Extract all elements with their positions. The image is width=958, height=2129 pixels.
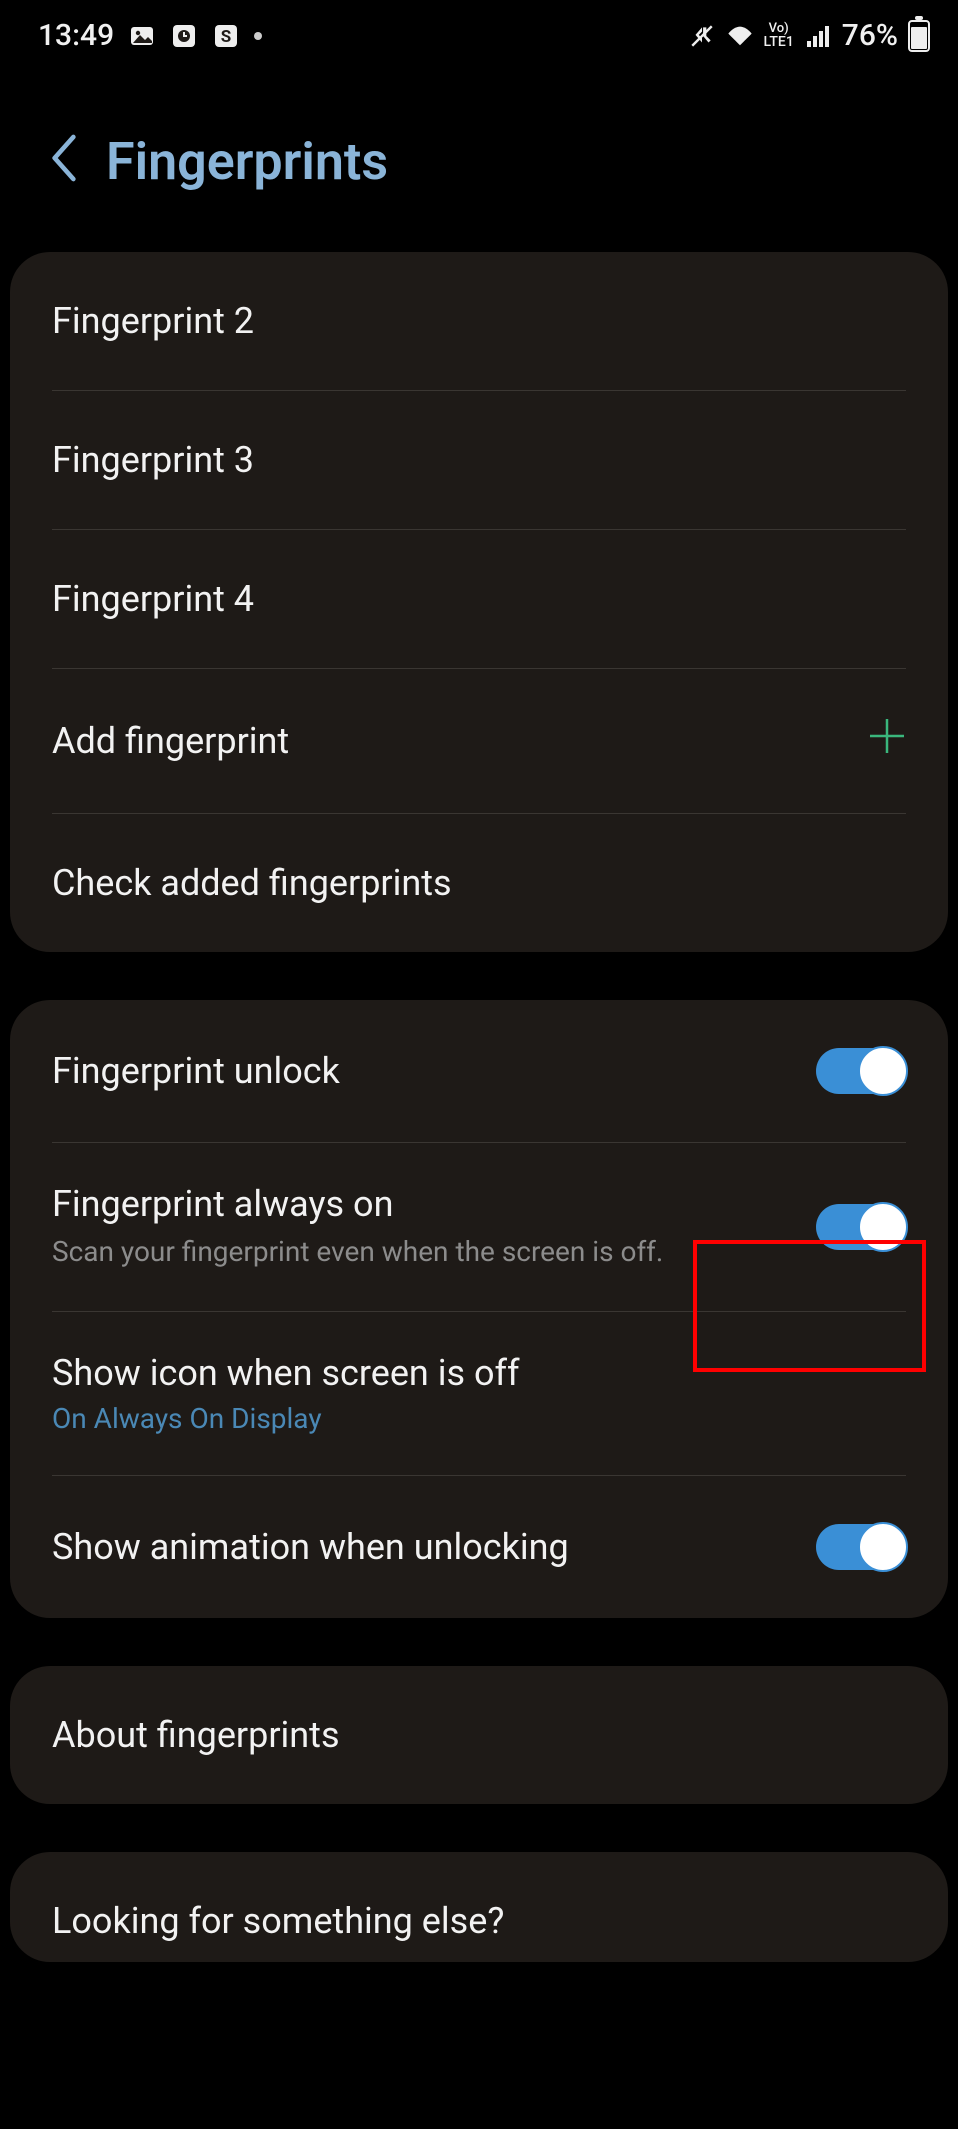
status-right: Vo) LTE1 76%: [688, 18, 930, 53]
fingerprint-label: Fingerprint 3: [52, 439, 906, 481]
looking-for-row[interactable]: Looking for something else?: [10, 1852, 948, 1962]
fingerprint-label: Fingerprint 2: [52, 300, 906, 342]
show-icon-sub: On Always On Display: [52, 1402, 906, 1435]
fingerprint-always-on-row[interactable]: Fingerprint always on Scan your fingerpr…: [10, 1143, 948, 1311]
gallery-icon: [128, 22, 156, 50]
looking-for-label: Looking for something else?: [52, 1900, 906, 1942]
page-header: Fingerprints: [0, 71, 958, 252]
back-icon[interactable]: [50, 134, 78, 190]
status-left: 13:49 S: [38, 18, 262, 53]
page-title: Fingerprints: [106, 131, 388, 192]
fingerprint-always-on-sub: Scan your fingerprint even when the scre…: [52, 1233, 672, 1271]
show-animation-label: Show animation when unlocking: [52, 1526, 816, 1568]
check-fingerprints-label: Check added fingerprints: [52, 862, 906, 904]
lte-indicator: Vo) LTE1: [764, 22, 794, 49]
battery-percent: 76%: [842, 18, 898, 53]
fingerprint-unlock-row[interactable]: Fingerprint unlock: [10, 1000, 948, 1142]
fingerprint-always-on-toggle[interactable]: [816, 1204, 906, 1250]
about-fingerprints-row[interactable]: About fingerprints: [10, 1666, 948, 1804]
more-notifications-dot: [254, 32, 262, 40]
footer-card: Looking for something else?: [10, 1852, 948, 1962]
about-fingerprints-label: About fingerprints: [52, 1714, 906, 1756]
add-fingerprint-label: Add fingerprint: [52, 720, 868, 762]
app-icon-1: [170, 22, 198, 50]
fingerprint-unlock-toggle[interactable]: [816, 1048, 906, 1094]
status-bar: 13:49 S Vo) LTE1: [0, 0, 958, 71]
fingerprint-item-2[interactable]: Fingerprint 2: [10, 252, 948, 390]
battery-icon: [908, 20, 930, 52]
vibrate-icon: [688, 22, 716, 50]
fingerprint-item-4[interactable]: Fingerprint 4: [10, 530, 948, 668]
svg-text:S: S: [221, 27, 231, 47]
wifi-icon: [726, 22, 754, 50]
show-icon-label: Show icon when screen is off: [52, 1352, 906, 1394]
fingerprint-list-card: Fingerprint 2 Fingerprint 3 Fingerprint …: [10, 252, 948, 952]
fingerprint-item-3[interactable]: Fingerprint 3: [10, 391, 948, 529]
fingerprint-always-on-label: Fingerprint always on: [52, 1183, 672, 1225]
show-icon-row[interactable]: Show icon when screen is off On Always O…: [10, 1312, 948, 1475]
fingerprint-label: Fingerprint 4: [52, 578, 906, 620]
add-fingerprint-row[interactable]: Add fingerprint: [10, 669, 948, 813]
plus-icon[interactable]: [868, 717, 906, 765]
fingerprint-settings-card: Fingerprint unlock Fingerprint always on…: [10, 1000, 948, 1618]
about-card: About fingerprints: [10, 1666, 948, 1804]
app-icon-s: S: [212, 22, 240, 50]
show-animation-row[interactable]: Show animation when unlocking: [10, 1476, 948, 1618]
show-animation-toggle[interactable]: [816, 1524, 906, 1570]
clock: 13:49: [38, 18, 114, 53]
signal-icon: [804, 22, 832, 50]
fingerprint-unlock-label: Fingerprint unlock: [52, 1050, 816, 1092]
check-fingerprints-row[interactable]: Check added fingerprints: [10, 814, 948, 952]
